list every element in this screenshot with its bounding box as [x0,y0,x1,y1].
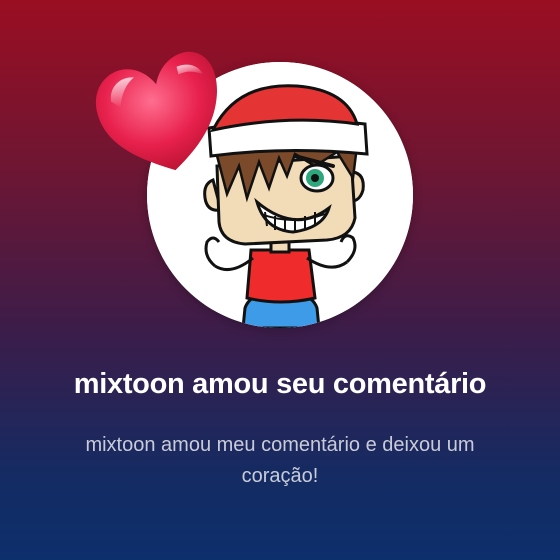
notification-message: mixtoon amou meu comentário e deixou um … [85,434,475,487]
notification-card: mixtoon amou seu comentário mixtoon amou… [0,0,560,560]
heart-icon [92,50,230,180]
notification-title: mixtoon amou seu comentário [73,368,487,400]
